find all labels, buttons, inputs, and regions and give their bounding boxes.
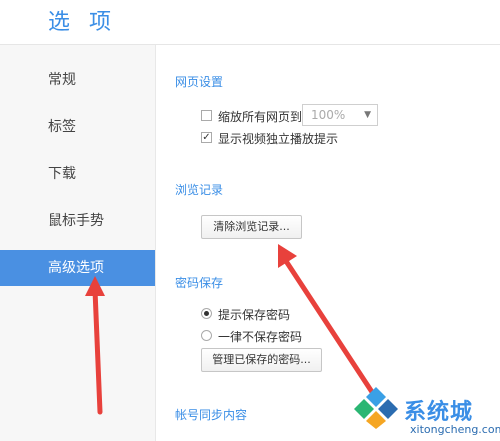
section-title-history: 浏览记录 — [175, 183, 224, 197]
sidebar-item-mouse-gestures[interactable]: 鼠标手势 — [0, 203, 155, 239]
sidebar-item-advanced[interactable]: 高级选项 — [0, 250, 155, 286]
section-title-sync: 帐号同步内容 — [175, 408, 248, 422]
clear-history-button[interactable]: 清除浏览记录... — [201, 215, 302, 239]
video-prompt-label: 显示视频独立播放提示 — [218, 132, 339, 146]
video-prompt-checkbox[interactable]: ✓ — [201, 132, 212, 143]
never-save-password-label: 一律不保存密码 — [218, 330, 303, 344]
zoom-select[interactable]: 100% ▼ — [302, 104, 378, 126]
sidebar-item-general[interactable]: 常规 — [0, 62, 155, 98]
window-title: 选 项 — [48, 10, 117, 35]
watermark-brand: 系统城 — [404, 400, 474, 425]
sidebar-item-download[interactable]: 下载 — [0, 156, 155, 192]
watermark-url: xitongcheng.com — [410, 423, 500, 436]
zoom-checkbox[interactable] — [201, 110, 212, 121]
zoom-label: 缩放所有网页到 — [218, 110, 303, 124]
sidebar: 常规 标签 下载 鼠标手势 高级选项 — [0, 45, 156, 441]
xitongcheng-logo-icon — [354, 387, 398, 429]
zoom-select-value: 100% — [311, 108, 346, 122]
manage-passwords-button[interactable]: 管理已保存的密码... — [201, 348, 322, 372]
section-title-password: 密码保存 — [175, 276, 224, 290]
chevron-down-icon: ▼ — [364, 110, 371, 120]
sidebar-item-tabs[interactable]: 标签 — [0, 109, 155, 145]
section-title-webpage: 网页设置 — [175, 75, 224, 89]
prompt-save-password-radio[interactable] — [201, 308, 212, 319]
prompt-save-password-label: 提示保存密码 — [218, 308, 291, 322]
never-save-password-radio[interactable] — [201, 330, 212, 341]
